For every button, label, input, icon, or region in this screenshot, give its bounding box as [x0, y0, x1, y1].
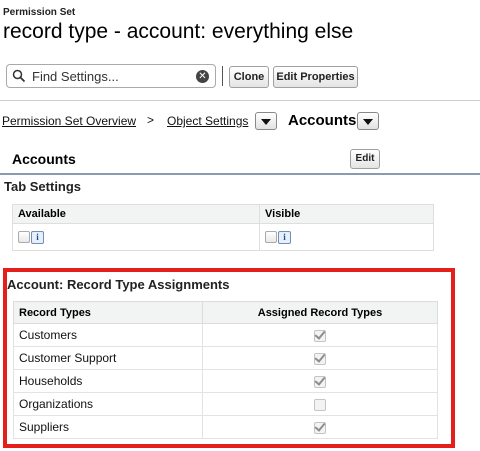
search-icon — [12, 69, 26, 83]
page-title: record type - account: everything else — [3, 20, 354, 43]
clear-search-icon[interactable]: ✕ — [196, 70, 209, 83]
section-rule — [0, 173, 480, 175]
available-checkbox[interactable] — [18, 231, 30, 243]
visible-cell: i — [259, 223, 434, 251]
edit-button[interactable]: Edit — [350, 149, 380, 169]
info-icon[interactable]: i — [31, 230, 44, 244]
breadcrumb-object-settings[interactable]: Object Settings — [167, 114, 248, 128]
search-placeholder: Find Settings... — [32, 69, 119, 84]
tab-settings-table: Available Visible i i — [12, 204, 434, 251]
edit-properties-button[interactable]: Edit Properties — [273, 66, 358, 88]
search-input[interactable]: Find Settings... ✕ — [6, 64, 216, 88]
accounts-section-title: Accounts — [12, 151, 76, 167]
visible-checkbox[interactable] — [265, 231, 277, 243]
toolbar-divider — [222, 66, 223, 86]
accounts-dropdown[interactable] — [357, 112, 379, 130]
column-header-visible: Visible — [259, 204, 434, 224]
clone-button[interactable]: Clone — [229, 66, 269, 88]
toolbar-divider-line — [0, 100, 480, 101]
breadcrumb-current: Accounts — [288, 112, 357, 129]
breadcrumb-separator: > — [147, 113, 155, 127]
breadcrumb: Permission Set Overview > Object Setting… — [0, 110, 480, 132]
object-settings-dropdown[interactable] — [255, 112, 277, 130]
breadcrumb-permission-set-overview[interactable]: Permission Set Overview — [2, 114, 136, 128]
column-header-available: Available — [12, 204, 260, 224]
available-cell: i — [12, 223, 260, 251]
page-eyebrow: Permission Set — [3, 7, 76, 18]
tab-settings-title: Tab Settings — [4, 179, 82, 194]
info-icon[interactable]: i — [278, 230, 291, 244]
highlight-annotation-box — [3, 268, 455, 448]
